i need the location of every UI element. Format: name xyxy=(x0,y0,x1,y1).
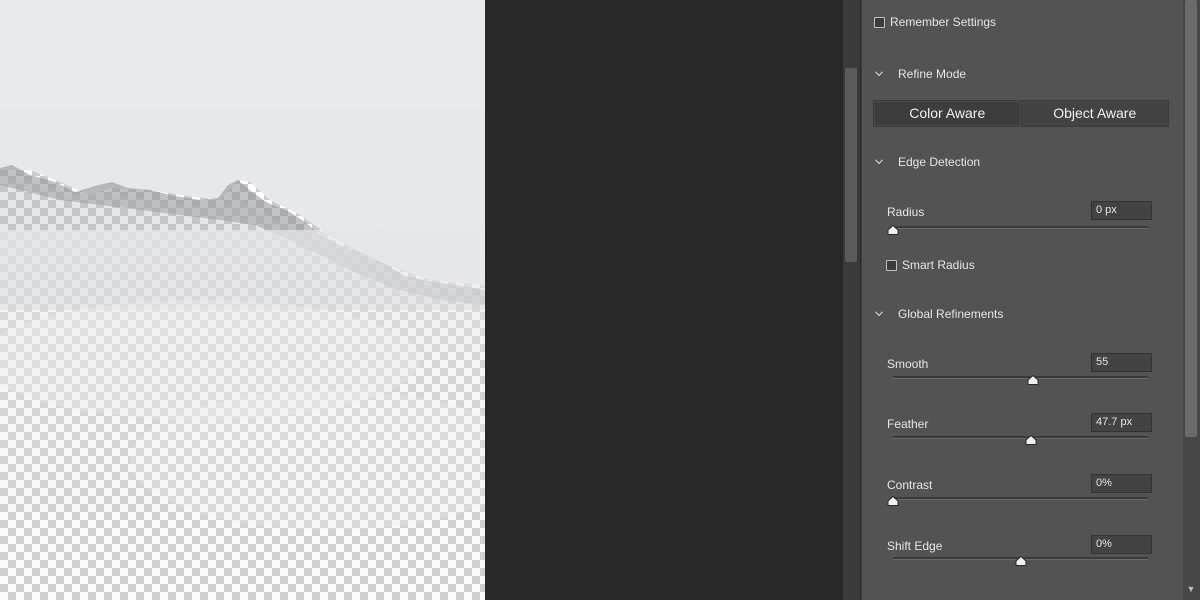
edge-detection-header[interactable]: Edge Detection xyxy=(898,155,980,169)
shift-edge-label: Shift Edge xyxy=(887,539,943,553)
radius-value-field[interactable]: 0 px xyxy=(1091,201,1152,220)
feather-label: Feather xyxy=(887,417,929,431)
color-aware-button[interactable]: Color Aware xyxy=(874,101,1021,126)
canvas-background xyxy=(485,0,843,600)
properties-panel xyxy=(861,0,1184,600)
preview-image xyxy=(0,0,485,600)
global-refinements-header[interactable]: Global Refinements xyxy=(898,307,1003,321)
remember-settings-label: Remember Settings xyxy=(890,15,997,29)
contrast-label: Contrast xyxy=(887,478,933,492)
smooth-value-field[interactable]: 55 xyxy=(1091,353,1152,372)
remember-settings-checkbox[interactable] xyxy=(874,17,885,28)
chevron-down-icon[interactable] xyxy=(875,311,883,317)
shift-edge-value-field[interactable]: 0% xyxy=(1091,535,1152,554)
radius-label: Radius xyxy=(887,205,925,219)
object-aware-button[interactable]: Object Aware xyxy=(1020,101,1169,126)
contrast-slider-track[interactable] xyxy=(893,497,1148,500)
smooth-label: Smooth xyxy=(887,357,929,371)
contrast-value-field[interactable]: 0% xyxy=(1091,474,1152,493)
smart-radius-label: Smart Radius xyxy=(902,258,975,272)
chevron-down-icon[interactable] xyxy=(875,159,883,165)
smart-radius-checkbox[interactable] xyxy=(886,260,897,271)
smooth-slider-track[interactable] xyxy=(893,376,1148,379)
feather-value-field[interactable]: 47.7 px xyxy=(1091,413,1152,432)
feather-slider-track[interactable] xyxy=(893,436,1148,439)
chevron-down-icon[interactable] xyxy=(875,71,883,77)
refine-mode-toggle: Color Aware Object Aware xyxy=(873,100,1169,127)
panel-scrollbar-thumb[interactable] xyxy=(1185,0,1197,437)
image-preview[interactable] xyxy=(0,0,485,600)
radius-slider-track[interactable] xyxy=(893,226,1148,229)
canvas-scrollbar-thumb[interactable] xyxy=(845,68,857,262)
scroll-down-arrow-icon[interactable]: ▼ xyxy=(1186,584,1196,594)
refine-mode-header[interactable]: Refine Mode xyxy=(898,67,966,81)
